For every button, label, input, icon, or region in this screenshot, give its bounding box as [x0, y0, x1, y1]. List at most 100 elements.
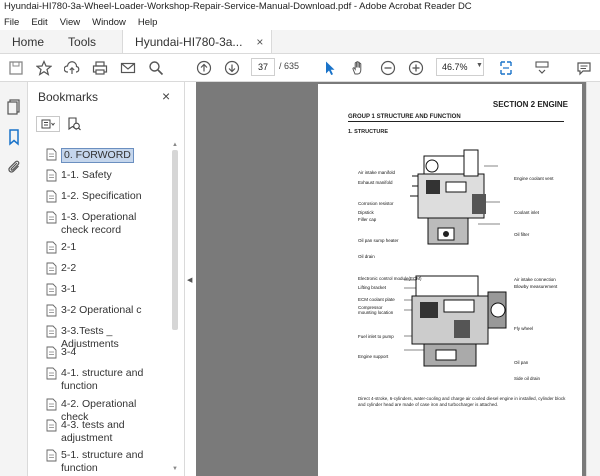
callout-label: Air intake connection [514, 277, 556, 282]
bookmark-item[interactable]: 3-2 Operational c [46, 304, 163, 317]
bookmark-item[interactable]: 5-1. structure and function [46, 449, 163, 475]
callout-label: Filler cap [358, 217, 377, 222]
section-heading: SECTION 2 ENGINE [492, 100, 568, 109]
fit-page-icon[interactable] [496, 58, 516, 78]
scroll-up-icon[interactable]: ▲ [172, 142, 178, 148]
bookmark-page-icon [46, 367, 57, 380]
bookmark-page-icon [46, 304, 57, 317]
bookmark-page-icon [46, 241, 57, 254]
callout-label: Coolant inlet [514, 210, 540, 215]
callout-label: Blowby measurement [514, 284, 558, 289]
bookmark-item[interactable]: 4-1. structure and function [46, 367, 163, 393]
bookmark-item[interactable]: 3-1 [46, 283, 163, 296]
bookmark-label: 0. FORWORD [61, 148, 134, 163]
save-icon[interactable] [6, 58, 26, 78]
next-page-icon[interactable] [222, 58, 242, 78]
bookmark-label: 3-4 [61, 346, 77, 358]
bookmark-label: 4-3. tests and adjustment [61, 419, 125, 444]
close-tab-icon[interactable]: × [256, 30, 263, 54]
menu-view[interactable]: View [60, 17, 80, 28]
tab-home[interactable]: Home [0, 30, 56, 53]
zoom-out-icon[interactable] [378, 58, 398, 78]
callout-label: Oil drain [358, 254, 375, 259]
callout-label: ECM coolant plate [358, 297, 395, 302]
bookmark-page-icon [46, 346, 57, 359]
page-thumbnails-icon[interactable] [5, 98, 23, 116]
bookmark-page-icon [46, 211, 57, 224]
bookmark-label: 5-1. structure and function [61, 449, 144, 474]
scroll-mode-icon[interactable] [532, 58, 552, 78]
bookmark-page-icon [46, 283, 57, 296]
bookmark-label: 4-1. structure and function [61, 367, 144, 392]
pdf-page: SECTION 2 ENGINE GROUP 1 STRUCTURE AND F… [318, 84, 582, 476]
engine-top-illustration [410, 149, 500, 245]
callout-label: Oil filter [514, 232, 530, 237]
select-cursor-icon[interactable] [320, 58, 340, 78]
callout-label: Exhaust manifold [358, 180, 393, 185]
bookmark-options-icon[interactable] [36, 116, 60, 132]
bookmark-item[interactable]: 4-3. tests and adjustment [46, 419, 163, 445]
zoom-dropdown-icon[interactable]: ▼ [476, 62, 483, 69]
bookmark-page-icon [46, 325, 57, 338]
bookmark-page-icon [46, 419, 57, 432]
bookmark-label: 1-2. Specification [61, 190, 142, 202]
bookmark-page-icon [46, 148, 57, 161]
bookmark-star-icon[interactable] [34, 58, 54, 78]
bookmark-label: 3-1 [61, 283, 77, 295]
close-panel-icon[interactable]: × [162, 88, 170, 104]
bookmarks-panel: Bookmarks × 0. FORWORD 1-1. Safety 1-2. … [28, 82, 184, 476]
bookmark-label: 1-3. Operational check record [61, 211, 137, 236]
bookmark-label: 3-2 Operational c [61, 304, 142, 316]
menu-file[interactable]: File [4, 17, 19, 28]
scroll-down-icon[interactable]: ▼ [172, 466, 178, 472]
find-bookmark-icon[interactable] [66, 116, 82, 132]
bookmark-item[interactable]: 0. FORWORD [46, 148, 134, 163]
bookmark-item[interactable]: 1-1. Safety [46, 169, 163, 182]
callout-label: Oil pan sump heater [358, 238, 399, 243]
hand-tool-icon[interactable] [348, 58, 368, 78]
bookmark-label: 2-1 [61, 241, 77, 253]
tab-document[interactable]: Hyundai-HI780-3a... × [122, 30, 273, 54]
bookmarks-panel-icon[interactable] [5, 128, 23, 146]
bookmark-item[interactable]: 2-1 [46, 241, 163, 254]
bookmarks-title: Bookmarks [38, 90, 99, 104]
callout-label: Side oil drain [514, 376, 541, 381]
bookmark-item[interactable]: 1-2. Specification [46, 190, 163, 203]
engine-description: Direct 4-stroke, 6-cylinders, water-cool… [358, 396, 566, 407]
page-number-input[interactable]: 37 [251, 58, 275, 76]
bookmark-item[interactable]: 3-4 [46, 346, 163, 359]
callout-label: Fuel inlet to pump [358, 334, 394, 339]
bookmark-item[interactable]: 1-3. Operational check record [46, 211, 163, 237]
upload-cloud-icon[interactable] [62, 58, 82, 78]
bookmark-item[interactable]: 2-2 [46, 262, 163, 275]
print-icon[interactable] [90, 58, 110, 78]
callout-label: Electronic control module(ECM) [358, 276, 422, 281]
bookmark-page-icon [46, 169, 57, 182]
tab-bar: Home Tools Hyundai-HI780-3a... × [0, 30, 600, 54]
right-tools-rail [586, 82, 600, 476]
bookmarks-scrollbar[interactable] [172, 150, 178, 330]
search-icon[interactable] [146, 58, 166, 78]
collapse-panel-icon[interactable]: ◀ [187, 276, 192, 284]
window-title: Hyundai-HI780-3a-Wheel-Loader-Workshop-R… [0, 0, 600, 14]
menu-help[interactable]: Help [138, 17, 158, 28]
previous-page-icon[interactable] [194, 58, 214, 78]
menu-edit[interactable]: Edit [31, 17, 47, 28]
bookmark-page-icon [46, 190, 57, 203]
callout-label: Compressor mounting location [358, 305, 394, 315]
zoom-in-icon[interactable] [406, 58, 426, 78]
tab-document-label: Hyundai-HI780-3a... [135, 34, 243, 49]
callout-label: Fly wheel [514, 326, 534, 331]
comment-icon[interactable] [574, 58, 594, 78]
bookmark-label: 2-2 [61, 262, 77, 274]
callout-label: Air intake manifold [358, 170, 396, 175]
structure-heading: 1. STRUCTURE [348, 129, 389, 135]
bookmark-list: 0. FORWORD 1-1. Safety 1-2. Specificatio… [28, 142, 174, 476]
email-icon[interactable] [118, 58, 138, 78]
attachments-icon[interactable] [5, 158, 23, 176]
page-total: / 635 [279, 61, 300, 71]
tab-tools[interactable]: Tools [56, 30, 108, 53]
callout-label: Engine coolant vent [514, 176, 554, 181]
menu-window[interactable]: Window [92, 17, 126, 28]
callout-label: Lifting bracket [358, 285, 387, 290]
